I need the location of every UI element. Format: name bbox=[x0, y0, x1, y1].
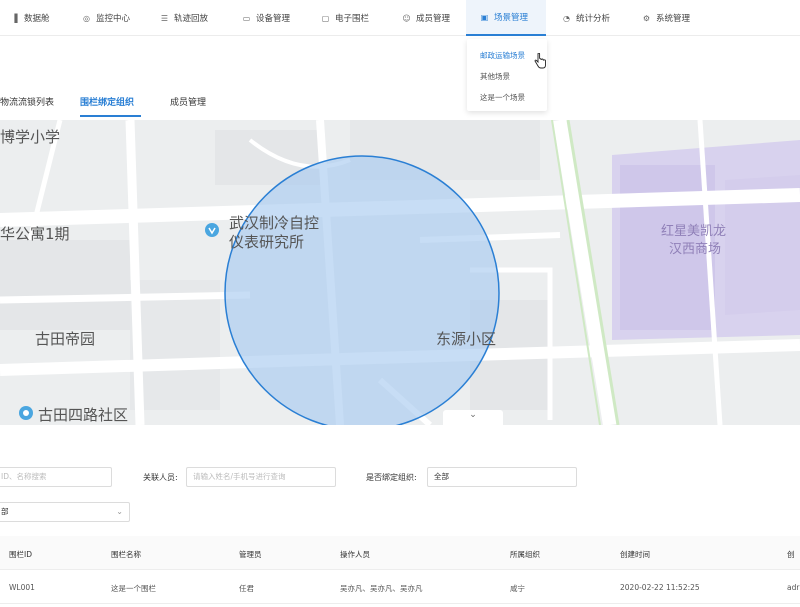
monitor-icon: ◎ bbox=[83, 13, 90, 23]
table-row[interactable]: WL001 这是一个围栏 任君 吴亦凡、吴亦凡、吴亦凡 咸宁 2020-02-2… bbox=[0, 570, 800, 604]
track-icon: ☰ bbox=[160, 13, 169, 23]
nav-item-label: 系统管理 bbox=[656, 14, 691, 24]
nav-item-label: 监控中心 bbox=[96, 14, 131, 24]
nav-item-label: 成员管理 bbox=[416, 14, 451, 24]
scene-icon: ▣ bbox=[480, 12, 489, 22]
fence-circle bbox=[224, 155, 500, 425]
cell-created: 2020-02-22 11:52:25 bbox=[620, 583, 700, 592]
map-label-institute-1: 武汉制冷自控 bbox=[229, 214, 320, 232]
column-header-creator: 创 bbox=[787, 550, 795, 559]
dropdown-item-postal-scene[interactable]: 邮政运输场景 bbox=[480, 50, 525, 61]
hand-cursor-icon bbox=[534, 53, 546, 69]
map-label-mall-2: 汉西商场 bbox=[669, 242, 722, 257]
map-label-mall-1: 红星美凯龙 bbox=[661, 224, 727, 239]
nav-item-statistics[interactable]: ◔ 统计分析 bbox=[562, 0, 610, 36]
nav-item-label: 设备管理 bbox=[256, 14, 291, 24]
fence-icon: ▢ bbox=[321, 13, 330, 23]
org-select[interactable]: 部 ⌄ bbox=[0, 502, 130, 522]
chevron-down-icon: ⌄ bbox=[116, 507, 123, 516]
nav-item-label: 数据舱 bbox=[24, 14, 50, 24]
scene-dropdown-menu: 邮政运输场景 其他场景 这是一个场景 bbox=[467, 39, 547, 111]
column-header-name: 围栏名称 bbox=[111, 550, 141, 559]
device-icon: ▭ bbox=[242, 13, 251, 23]
dropdown-item-other-scene[interactable]: 其他场景 bbox=[480, 71, 510, 82]
nav-item-label: 场景管理 bbox=[494, 13, 529, 23]
person-filter-label: 关联人员: bbox=[143, 473, 178, 482]
search-input[interactable]: ID、名称搜索 bbox=[0, 467, 112, 487]
org-value: 部 bbox=[1, 507, 9, 516]
nav-item-fence[interactable]: ▢ 电子围栏 bbox=[321, 0, 369, 36]
map-label-gutian: 古田帝园 bbox=[35, 330, 96, 348]
nav-item-label: 统计分析 bbox=[576, 14, 611, 24]
bind-filter-label: 是否绑定组织: bbox=[366, 473, 417, 482]
sub-tabs: 物流流锁列表 围栏绑定组织 成员管理 bbox=[0, 85, 800, 119]
map-base bbox=[0, 120, 800, 425]
active-tab-indicator bbox=[80, 115, 141, 117]
cell-operators: 吴亦凡、吴亦凡、吴亦凡 bbox=[340, 584, 423, 593]
nav-item-members[interactable]: ☺ 成员管理 bbox=[402, 0, 450, 36]
map-label-school: 博学小学 bbox=[0, 128, 61, 146]
person-search-input[interactable]: 请输入姓名/手机号进行查询 bbox=[186, 467, 336, 487]
column-header-id: 围栏ID bbox=[9, 550, 32, 559]
column-header-org: 所属组织 bbox=[510, 550, 540, 559]
map-view[interactable]: 博学小学 华公寓1期 武汉制冷自控 仪表研究所 古田帝园 东源小区 古田四路社区… bbox=[0, 120, 800, 425]
cell-admin: 任君 bbox=[239, 584, 254, 593]
table-header: 围栏ID 围栏名称 管理员 操作人员 所属组织 创建时间 创 bbox=[0, 536, 800, 570]
pie-chart-icon: ◔ bbox=[563, 13, 570, 23]
bind-org-value: 全部 bbox=[434, 472, 449, 481]
cell-name: 这是一个围栏 bbox=[111, 584, 156, 593]
nav-item-monitor[interactable]: ◎ 监控中心 bbox=[82, 0, 130, 36]
nav-item-label: 轨迹回放 bbox=[174, 14, 209, 24]
map-collapse-button[interactable]: ⌄ bbox=[443, 410, 503, 426]
map-label-community: 古田四路社区 bbox=[38, 406, 129, 424]
tab-member-management[interactable]: 成员管理 bbox=[170, 95, 206, 108]
column-header-admin: 管理员 bbox=[239, 550, 262, 559]
column-header-operators: 操作人员 bbox=[340, 550, 370, 559]
nav-item-track[interactable]: ☰ 轨迹回放 bbox=[160, 0, 208, 36]
nav-item-label: 电子围栏 bbox=[335, 14, 370, 24]
bar-chart-icon: ▐ bbox=[11, 13, 18, 23]
nav-item-scenes[interactable]: ▣ 场景管理 bbox=[466, 0, 546, 36]
nav-item-system[interactable]: ⚙ 系统管理 bbox=[642, 0, 690, 36]
map-label-institute-2: 仪表研究所 bbox=[229, 233, 305, 251]
tab-logistics-lock-list[interactable]: 物流流锁列表 bbox=[0, 95, 54, 108]
gear-icon: ⚙ bbox=[642, 13, 651, 23]
top-navigation-bar: ▐ 数据舱 ◎ 监控中心 ☰ 轨迹回放 ▭ 设备管理 ▢ 电子围栏 ☺ 成员管理… bbox=[0, 0, 800, 36]
dropdown-item-a-scene[interactable]: 这是一个场景 bbox=[480, 92, 525, 103]
nav-item-device[interactable]: ▭ 设备管理 bbox=[242, 0, 290, 36]
column-header-created: 创建时间 bbox=[620, 550, 650, 559]
map-label-apartment: 华公寓1期 bbox=[0, 225, 70, 243]
cell-id: WL001 bbox=[9, 583, 35, 592]
tab-fence-org-binding[interactable]: 围栏绑定组织 bbox=[80, 95, 134, 108]
nav-item-dashboard[interactable]: ▐ 数据舱 bbox=[10, 0, 50, 36]
map-label-dongyuan: 东源小区 bbox=[436, 330, 497, 348]
cell-creator: adr bbox=[787, 583, 800, 592]
user-icon: ☺ bbox=[402, 13, 411, 23]
cell-org: 咸宁 bbox=[510, 584, 525, 593]
bind-org-select[interactable]: 全部 bbox=[427, 467, 577, 487]
